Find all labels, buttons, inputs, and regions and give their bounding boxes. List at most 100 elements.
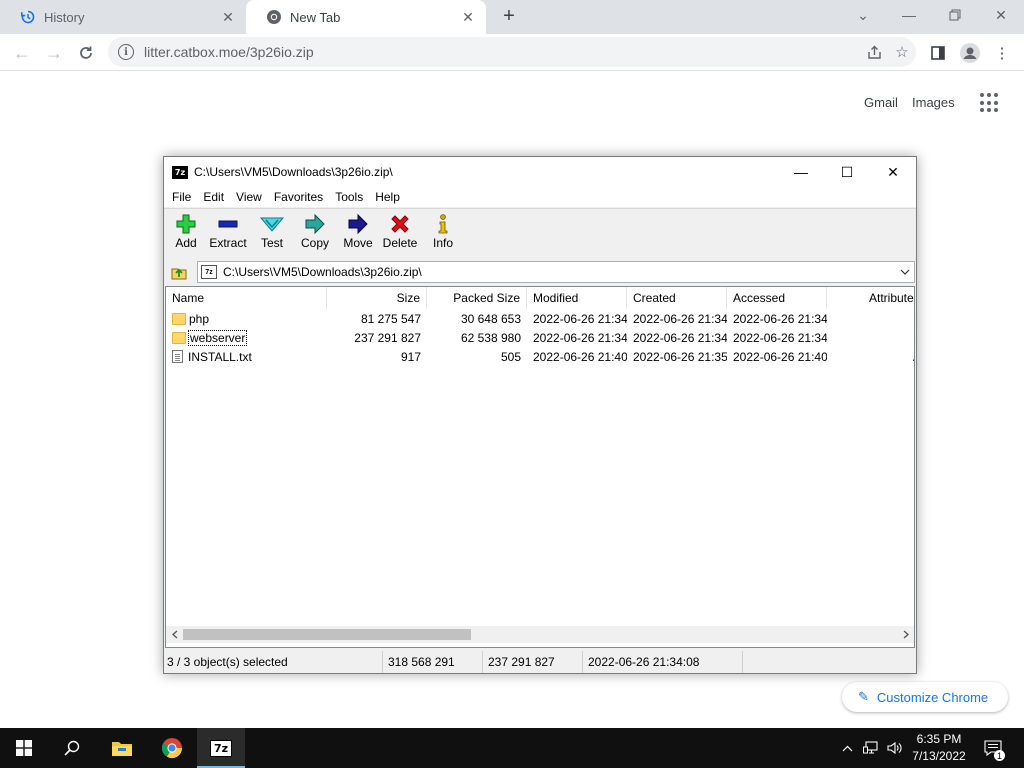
7zip-titlebar[interactable]: 7z C:\Users\VM5\Downloads\3p26io.zip\ — …: [164, 157, 916, 187]
table-row[interactable]: INSTALL.txt 917 505 2022-06-26 21:40 202…: [166, 347, 914, 366]
customize-chrome-label: Customize Chrome: [876, 689, 989, 705]
restore-button[interactable]: [932, 0, 978, 30]
menu-help[interactable]: Help: [369, 190, 406, 204]
taskbar: 7z 6:35 PM 7/13/2022 1: [0, 728, 1024, 768]
7zip-taskbar-icon[interactable]: 7z: [197, 728, 245, 768]
system-clock[interactable]: 6:35 PM 7/13/2022: [906, 731, 972, 765]
chrome-taskbar-icon[interactable]: [148, 728, 196, 768]
column-header-accessed[interactable]: Accessed: [727, 287, 827, 309]
images-link[interactable]: Images: [912, 95, 955, 110]
delete-label: Delete: [382, 236, 418, 250]
reload-button[interactable]: [72, 39, 100, 67]
test-button[interactable]: Test: [250, 213, 294, 257]
attributes-cell: D: [907, 309, 914, 328]
table-row[interactable]: webserver 237 291 827 62 538 980 2022-06…: [166, 328, 914, 347]
text-file-icon: [172, 350, 183, 363]
side-panel-icon[interactable]: [924, 39, 952, 67]
info-button[interactable]: Info: [421, 213, 465, 257]
profile-avatar-icon[interactable]: [956, 39, 984, 67]
close-button[interactable]: ✕: [870, 157, 916, 187]
chevron-down-icon[interactable]: [896, 267, 914, 278]
menu-file[interactable]: File: [166, 190, 197, 204]
search-icon[interactable]: [48, 728, 96, 768]
7zip-window: 7z C:\Users\VM5\Downloads\3p26io.zip\ — …: [163, 156, 917, 674]
7zip-logo-icon: 7z: [172, 165, 188, 179]
address-bar[interactable]: i litter.catbox.moe/3p26io.zip ☆: [108, 37, 916, 67]
folder-up-icon[interactable]: [170, 263, 188, 281]
file-name: webserver: [187, 329, 248, 346]
gmail-link[interactable]: Gmail: [864, 95, 898, 110]
column-header-attributes[interactable]: Attributes: [827, 287, 914, 309]
menu-bar: File Edit View Favorites Tools Help: [164, 187, 916, 207]
close-window-button[interactable]: ✕: [978, 0, 1024, 30]
menu-tools[interactable]: Tools: [329, 190, 369, 204]
tab-new-tab[interactable]: New Tab ✕: [246, 0, 486, 34]
chrome-icon: [266, 9, 282, 25]
minimize-button[interactable]: —: [778, 157, 824, 187]
column-header-modified[interactable]: Modified: [527, 287, 627, 309]
minimize-button[interactable]: —: [886, 0, 932, 30]
extract-button[interactable]: Extract: [206, 213, 250, 257]
scroll-left-icon[interactable]: [166, 626, 183, 643]
column-header-packed-size[interactable]: Packed Size: [427, 287, 527, 309]
horizontal-scrollbar[interactable]: [166, 626, 914, 643]
bookmark-star-icon[interactable]: ☆: [888, 38, 916, 66]
accessed-cell: 2022-06-26 21:40: [733, 349, 827, 364]
list-header: Name Size Packed Size Modified Created A…: [166, 287, 914, 309]
maximize-button[interactable]: ☐: [824, 157, 870, 187]
google-apps-icon[interactable]: [980, 93, 1000, 113]
file-explorer-icon[interactable]: [98, 728, 146, 768]
path-text: C:\Users\VM5\Downloads\3p26io.zip\: [223, 265, 422, 279]
more-menu-icon[interactable]: ⋮: [988, 39, 1016, 67]
path-combobox[interactable]: 7z C:\Users\VM5\Downloads\3p26io.zip\: [197, 261, 915, 283]
new-tab-button[interactable]: +: [498, 6, 520, 28]
7zip-logo-label: 7z: [209, 739, 233, 757]
chevron-up-icon[interactable]: [838, 728, 856, 768]
network-icon[interactable]: [860, 728, 882, 768]
add-button[interactable]: Add: [164, 213, 208, 257]
packed-size-cell: 30 648 653: [460, 311, 521, 326]
delete-x-icon: [388, 213, 412, 235]
packed-size-cell: 505: [500, 349, 521, 364]
column-header-created[interactable]: Created: [627, 287, 727, 309]
scrollbar-thumb[interactable]: [183, 629, 471, 640]
back-button[interactable]: ←: [8, 39, 36, 67]
menu-view[interactable]: View: [230, 190, 268, 204]
tab-label: History: [44, 9, 85, 25]
column-header-name[interactable]: Name: [166, 287, 327, 309]
file-list[interactable]: Name Size Packed Size Modified Created A…: [165, 286, 915, 648]
status-size: 318 568 291: [383, 651, 483, 673]
delete-button[interactable]: Delete: [378, 213, 422, 257]
address-row: 7z C:\Users\VM5\Downloads\3p26io.zip\: [164, 258, 916, 285]
customize-chrome-button[interactable]: ✎ Customize Chrome: [842, 682, 1008, 712]
archive-icon: 7z: [201, 265, 217, 279]
created-cell: 2022-06-26 21:35: [633, 349, 727, 364]
status-date: 2022-06-26 21:34:08: [583, 651, 743, 673]
site-info-icon[interactable]: i: [118, 44, 134, 60]
attributes-cell: A: [907, 347, 914, 366]
info-icon: [431, 213, 455, 235]
checkmark-icon: [260, 213, 284, 235]
extract-label: Extract: [209, 236, 247, 250]
plus-icon: [174, 213, 198, 235]
tab-history[interactable]: History ✕: [0, 0, 246, 34]
minus-icon: [216, 213, 240, 235]
volume-icon[interactable]: [884, 728, 906, 768]
menu-edit[interactable]: Edit: [197, 190, 230, 204]
browser-toolbar: ← → i litter.catbox.moe/3p26io.zip ☆ ⋮: [0, 34, 1024, 71]
name-cell: webserver: [166, 328, 327, 347]
start-button[interactable]: [0, 728, 48, 768]
size-cell: 81 275 547: [360, 311, 421, 326]
close-icon[interactable]: ✕: [218, 7, 238, 27]
copy-button[interactable]: Copy: [293, 213, 337, 257]
scroll-right-icon[interactable]: [897, 626, 914, 643]
menu-favorites[interactable]: Favorites: [268, 190, 329, 204]
table-row[interactable]: php 81 275 547 30 648 653 2022-06-26 21:…: [166, 309, 914, 328]
tab-search-icon[interactable]: ⌄: [840, 0, 886, 30]
share-icon[interactable]: [860, 38, 888, 66]
notification-center-icon[interactable]: 1: [978, 728, 1008, 768]
close-icon[interactable]: ✕: [458, 7, 478, 27]
column-header-size[interactable]: Size: [327, 287, 427, 309]
move-button[interactable]: Move: [336, 213, 380, 257]
forward-button[interactable]: →: [40, 39, 68, 67]
